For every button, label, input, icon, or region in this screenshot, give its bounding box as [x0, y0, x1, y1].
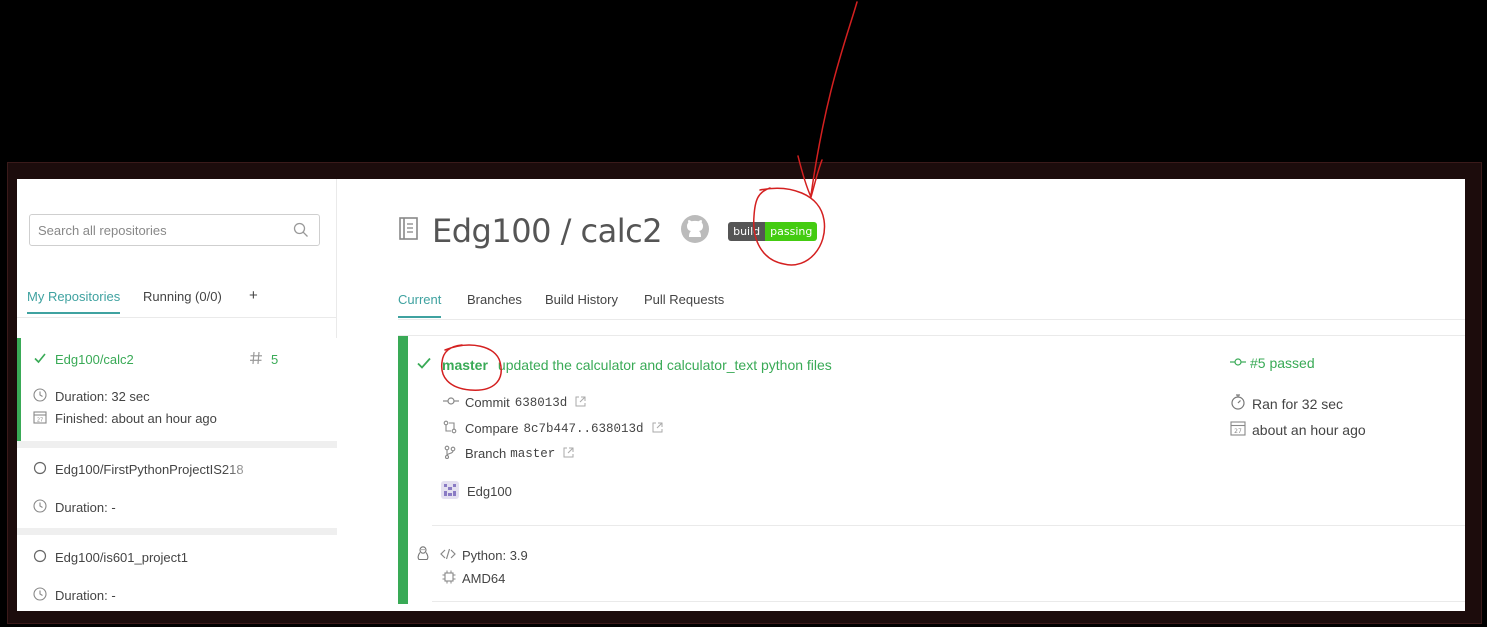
main-tabs-divider: [398, 319, 1465, 320]
repo-separator: [17, 528, 337, 535]
search-input[interactable]: [30, 215, 280, 245]
repo-name[interactable]: Edg100/FirstPythonProjectIS218: [55, 462, 265, 477]
repo-item-firstpythonproject[interactable]: Edg100/FirstPythonProjectIS218 Duration:…: [17, 448, 337, 528]
commit-icon: [443, 395, 459, 410]
external-link-icon[interactable]: [563, 446, 574, 461]
compare-icon: [443, 420, 457, 437]
page-title: Edg100 / calc2: [432, 212, 663, 250]
architecture: AMD64: [462, 571, 506, 586]
tab-running[interactable]: Running (0/0): [143, 289, 222, 312]
github-icon[interactable]: [680, 214, 710, 249]
external-link-icon[interactable]: [652, 421, 663, 436]
tab-branches[interactable]: Branches: [467, 292, 522, 316]
repo-finished: Finished: about an hour ago: [55, 411, 217, 426]
branch-name[interactable]: master: [442, 357, 488, 373]
circle-icon: [33, 549, 47, 568]
compare-label: Compare: [465, 421, 519, 436]
calendar-icon: 27: [33, 410, 47, 429]
repo-item-is601-project1[interactable]: Edg100/is601_project1 Duration: -: [17, 535, 337, 611]
finished-ago: about an hour ago: [1252, 421, 1366, 438]
repo-header: Edg100 / calc2 build passing: [398, 209, 818, 253]
card-bottom-divider: [432, 601, 1465, 602]
check-icon: [416, 355, 432, 374]
tab-build-history[interactable]: Build History: [545, 292, 618, 316]
sidebar: My Repositories Running (0/0) + Edg100/c…: [17, 179, 337, 611]
language-version: Python: 3.9: [462, 547, 528, 563]
branch-value[interactable]: master: [510, 447, 555, 461]
commit-row[interactable]: Commit 638013d: [443, 395, 586, 410]
tab-my-repositories[interactable]: My Repositories: [27, 289, 121, 314]
ran-for: Ran for 32 sec: [1252, 395, 1344, 412]
main-content: Edg100 / calc2 build passing Current Bra…: [338, 179, 1465, 611]
commit-hash[interactable]: 638013d: [515, 396, 568, 410]
compare-row[interactable]: Compare 8c7b447..638013d: [443, 420, 663, 437]
svg-text:27: 27: [37, 418, 43, 424]
build-title-row: master updated the calculator and calcul…: [416, 355, 832, 374]
add-repository-button[interactable]: +: [249, 287, 258, 312]
repo-book-icon: [398, 216, 420, 247]
branch-icon: [443, 445, 457, 462]
tab-pull-requests[interactable]: Pull Requests: [644, 292, 724, 316]
search-icon[interactable]: [293, 222, 309, 243]
repo-name[interactable]: Edg100/is601_project1: [55, 550, 188, 565]
clock-icon: [33, 587, 47, 606]
ran-for-row: Ran for 32 sec: [1230, 394, 1343, 413]
search-box[interactable]: [29, 214, 320, 246]
card-divider: [432, 525, 1465, 526]
repo-duration: Duration: 32 sec: [55, 389, 150, 404]
tab-current[interactable]: Current: [398, 292, 442, 318]
commit-message[interactable]: updated the calculator and calculator_te…: [498, 357, 832, 373]
build-number-passed[interactable]: #5 passed: [1250, 355, 1315, 371]
repo-duration: Duration: -: [55, 588, 116, 603]
build-number-status[interactable]: #5 passed: [1230, 355, 1315, 371]
commit-label: Commit: [465, 395, 510, 410]
sidebar-tabs: My Repositories Running (0/0) +: [27, 287, 327, 319]
repo-name[interactable]: Edg100/calc2: [55, 352, 134, 367]
calendar-icon: 27: [1230, 420, 1246, 439]
branch-label: Branch: [465, 446, 507, 461]
build-status-badge[interactable]: build passing: [728, 221, 818, 241]
code-icon: [440, 548, 456, 563]
compare-range[interactable]: 8c7b447..638013d: [523, 422, 643, 436]
arch-row: AMD64: [442, 570, 505, 587]
badge-status: passing: [765, 221, 818, 241]
build-number[interactable]: 5: [271, 352, 278, 367]
clock-icon: [33, 388, 47, 407]
svg-text:27: 27: [1234, 428, 1242, 435]
linux-icon: [416, 546, 430, 564]
sidebar-tabs-divider: [17, 317, 337, 318]
circle-icon: [33, 461, 47, 480]
badge-label: build: [728, 221, 766, 241]
avatar: [441, 481, 459, 502]
repo-duration: Duration: -: [55, 500, 116, 515]
clock-icon: [33, 499, 47, 518]
external-link-icon[interactable]: [575, 395, 586, 410]
commit-icon: [1230, 356, 1246, 371]
stopwatch-icon: [1230, 394, 1246, 413]
cpu-icon: [442, 570, 456, 587]
build-status-bar: [398, 336, 408, 604]
finished-row: 27 about an hour ago: [1230, 420, 1366, 439]
check-icon: [33, 351, 47, 370]
branch-row[interactable]: Branch master: [443, 445, 574, 462]
current-build-card: master updated the calculator and calcul…: [398, 335, 1465, 604]
author-name: Edg100: [467, 484, 512, 499]
os-row: Python: 3.9: [416, 546, 528, 564]
hash-icon: [249, 351, 263, 370]
repo-item-calc2[interactable]: Edg100/calc2 5 Duration: 32 sec 27 Finis…: [17, 338, 337, 441]
repo-separator: [17, 441, 337, 448]
author-row: Edg100: [441, 481, 512, 502]
app-window: My Repositories Running (0/0) + Edg100/c…: [17, 179, 1465, 611]
